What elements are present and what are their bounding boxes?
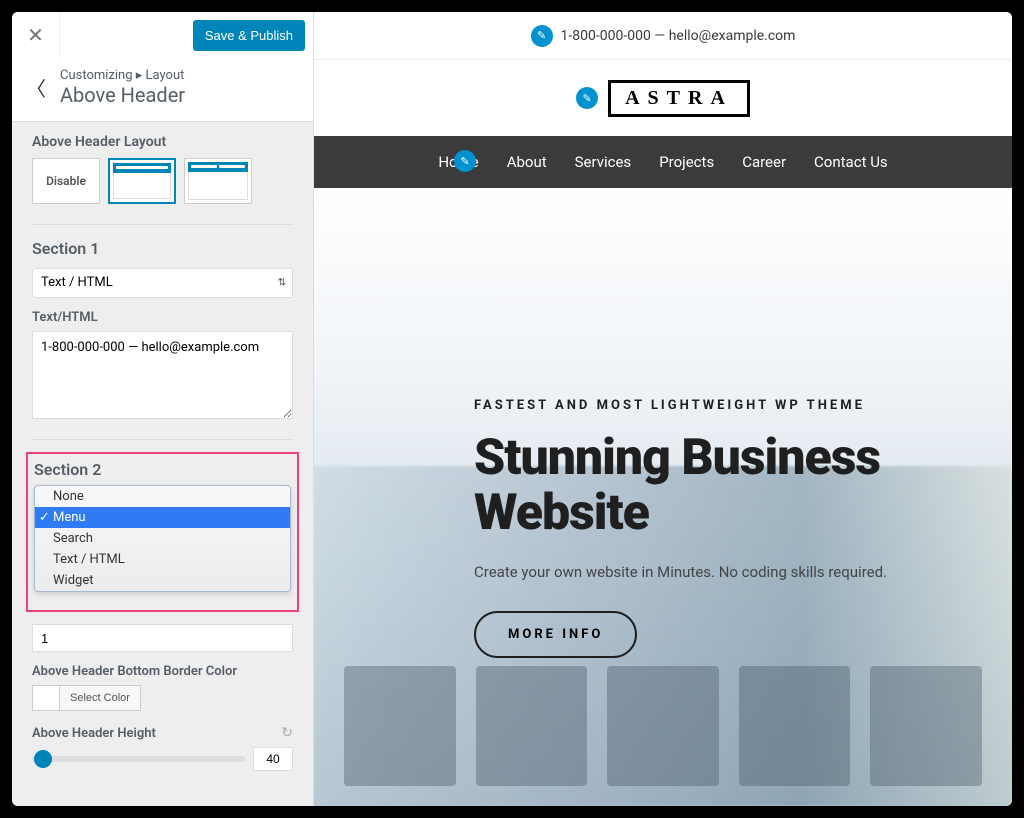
section1-select[interactable]: Text / HTML [32, 268, 293, 298]
section1-title: Section 1 [12, 233, 313, 268]
logo-row: ✎ ASTRA [314, 60, 1012, 136]
height-value-input[interactable] [253, 747, 293, 771]
section2-highlight: Section 2 None Menu Search Text / HTML W… [26, 452, 299, 612]
close-icon[interactable]: ✕ [12, 12, 60, 58]
layout-label: Above Header Layout [32, 134, 293, 150]
topbar-text: 1-800-000-000 — hello@example.com [561, 28, 796, 44]
height-label: Above Header Height [32, 726, 156, 741]
select-color-button[interactable]: Select Color [60, 685, 141, 711]
height-slider[interactable] [32, 756, 245, 762]
more-info-button[interactable]: MORE INFO [474, 611, 637, 658]
dropdown-option-search[interactable]: Search [35, 528, 290, 549]
preview-topbar: ✎ 1-800-000-000 — hello@example.com [314, 12, 1012, 60]
nav-services[interactable]: Services [575, 153, 632, 171]
nav-contact[interactable]: Contact Us [814, 153, 888, 171]
nav-projects[interactable]: Projects [659, 153, 714, 171]
page-title: Above Header [60, 83, 299, 107]
breadcrumb: Customizing ▸ Layout [60, 68, 299, 83]
site-logo[interactable]: ASTRA [608, 80, 750, 117]
dropdown-option-menu[interactable]: Menu [35, 507, 290, 528]
layout-options: Disable [32, 158, 293, 204]
border-size-input[interactable] [32, 624, 293, 652]
dropdown-option-none[interactable]: None [35, 486, 290, 507]
nav-row: ✎ Home About Services Projects Career Co… [314, 136, 1012, 188]
layout-option-disable[interactable]: Disable [32, 158, 100, 204]
reset-icon[interactable]: ↻ [281, 725, 293, 741]
save-publish-button[interactable]: Save & Publish [193, 20, 305, 51]
customizer-sidebar: ✕ Save & Publish 〈 Customizing ▸ Layout … [12, 12, 314, 806]
layout-option-single[interactable] [108, 158, 176, 204]
edit-icon[interactable]: ✎ [531, 25, 553, 47]
hero-title: Stunning Business Website [474, 431, 972, 541]
dropdown-option-widget[interactable]: Widget [35, 570, 290, 591]
edit-icon[interactable]: ✎ [454, 150, 476, 172]
nav-about[interactable]: About [507, 153, 547, 171]
preview-pane: ✎ 1-800-000-000 — hello@example.com ✎ AS… [314, 12, 1012, 806]
color-swatch[interactable] [32, 685, 60, 711]
section2-title: Section 2 [34, 460, 291, 485]
texthtml-label: Text/HTML [12, 310, 313, 331]
back-button[interactable]: 〈 [12, 73, 60, 102]
hero-tagline: FASTEST AND MOST LIGHTWEIGHT WP THEME [474, 398, 972, 413]
hero-subtitle: Create your own website in Minutes. No c… [474, 563, 972, 581]
nav-career[interactable]: Career [742, 153, 786, 171]
texthtml-textarea[interactable] [32, 331, 293, 419]
slider-thumb[interactable] [34, 750, 52, 768]
hero-section: FASTEST AND MOST LIGHTWEIGHT WP THEME St… [314, 188, 1012, 806]
edit-icon[interactable]: ✎ [576, 87, 598, 109]
border-color-label: Above Header Bottom Border Color [12, 664, 313, 685]
dropdown-option-texthtml[interactable]: Text / HTML [35, 549, 290, 570]
layout-option-split[interactable] [184, 158, 252, 204]
section2-dropdown[interactable]: None Menu Search Text / HTML Widget [34, 485, 291, 592]
